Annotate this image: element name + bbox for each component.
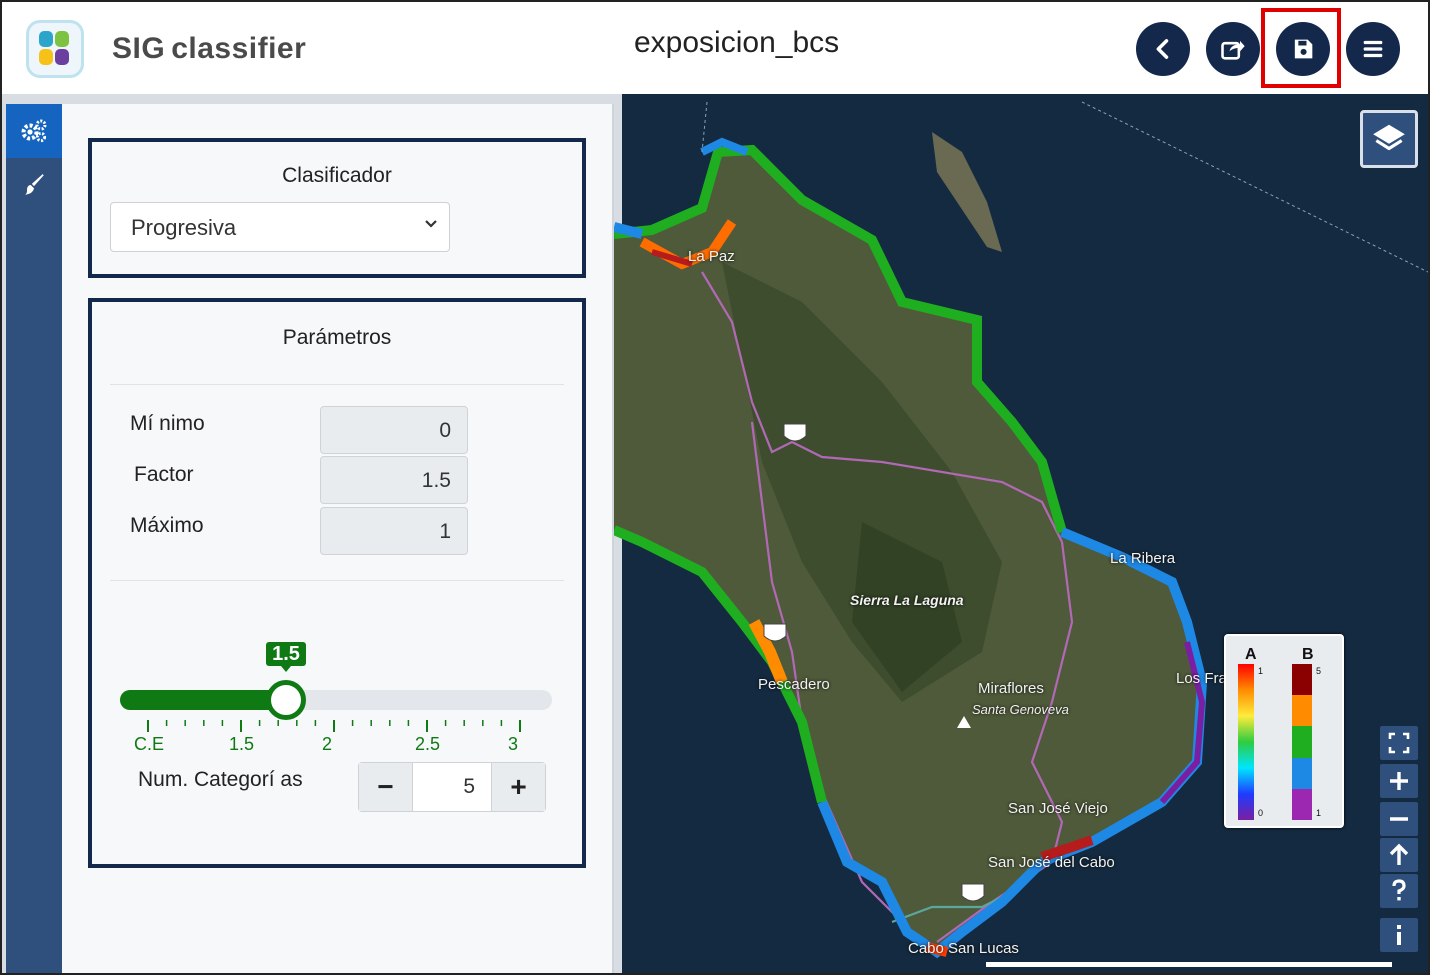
map-scale-bar bbox=[986, 962, 1392, 967]
gears-icon bbox=[21, 119, 47, 143]
map-label-santa-genoveva: Santa Genoveva bbox=[972, 702, 1069, 717]
slider-ticks bbox=[147, 720, 521, 732]
legend-a-top: 1 bbox=[1258, 666, 1264, 676]
header-bar: SIG classifier exposicion_bcs bbox=[2, 2, 1428, 94]
fullscreen-icon bbox=[1388, 732, 1410, 754]
app-brand: SIG classifier bbox=[112, 32, 306, 66]
legend-b-top: 5 bbox=[1316, 666, 1322, 676]
slider-tick-label: C.E bbox=[134, 734, 165, 754]
zoom-in-button[interactable] bbox=[1380, 764, 1418, 798]
info-icon bbox=[1397, 925, 1401, 945]
map-label-cabo-san-lucas: Cabo San Lucas bbox=[908, 940, 1019, 957]
decrement-button[interactable]: − bbox=[359, 763, 413, 811]
app-window: SIG classifier exposicion_bcs La Paz Sie… bbox=[0, 0, 1430, 975]
map-legend: A B 1 0 5 1 bbox=[1224, 634, 1344, 828]
slider-tick-label: 2.5 bbox=[415, 734, 441, 754]
fullscreen-button[interactable] bbox=[1380, 726, 1418, 760]
legend-classes-b bbox=[1292, 664, 1312, 821]
info-button[interactable] bbox=[1380, 918, 1418, 952]
save-button-highlight bbox=[1261, 8, 1341, 88]
layers-icon bbox=[1373, 124, 1405, 151]
zoom-out-button[interactable] bbox=[1380, 802, 1418, 836]
legend-col-a: A bbox=[1245, 646, 1257, 663]
parameters-box: Parámetros Mí nimo 0 Factor 1.5 Máximo 1… bbox=[88, 298, 586, 868]
menu-button[interactable] bbox=[1346, 22, 1400, 76]
back-button[interactable] bbox=[1136, 22, 1190, 76]
slider-tick-label: 1.5 bbox=[229, 734, 255, 754]
slider-tick-label: 3 bbox=[508, 734, 519, 754]
north-arrow-icon bbox=[1389, 843, 1409, 865]
north-button[interactable] bbox=[1380, 838, 1418, 872]
chevron-left-icon bbox=[1156, 39, 1169, 59]
document-title: exposicion_bcs bbox=[634, 26, 840, 59]
classifier-panel: Clasificador Progresiva Parámetros Mí ni… bbox=[62, 104, 614, 973]
increment-button[interactable]: + bbox=[491, 763, 545, 811]
tab-settings[interactable] bbox=[6, 104, 62, 158]
map-label-pescadero: Pescadero bbox=[758, 676, 830, 693]
num-categorias-input[interactable]: 5 bbox=[413, 763, 491, 811]
map-label-san-jose-del-cabo: San José del Cabo bbox=[988, 854, 1115, 871]
hamburger-menu-icon bbox=[1363, 40, 1383, 58]
tab-style[interactable] bbox=[6, 158, 62, 212]
brand-sig: SIG bbox=[112, 32, 166, 65]
map-label-la-paz: La Paz bbox=[688, 248, 735, 265]
zoom-in-icon bbox=[1390, 772, 1408, 790]
legend-col-b: B bbox=[1302, 646, 1314, 663]
legend-b-bottom: 1 bbox=[1316, 808, 1322, 818]
layer-switcher-button[interactable] bbox=[1360, 110, 1418, 168]
brand-classifier: classifier bbox=[171, 32, 307, 65]
app-logo-icon bbox=[26, 20, 84, 78]
legend-a-bottom: 0 bbox=[1258, 808, 1264, 818]
num-categorias-stepper: − 5 + bbox=[358, 762, 546, 812]
zoom-out-icon bbox=[1390, 817, 1408, 821]
paintbrush-icon bbox=[25, 174, 44, 195]
share-export-icon bbox=[1221, 40, 1245, 60]
map-label-san-jose-viejo: San José Viejo bbox=[1008, 800, 1108, 817]
map-label-miraflores: Miraflores bbox=[978, 680, 1044, 697]
legend-gradient-a bbox=[1238, 664, 1254, 820]
help-icon bbox=[1392, 879, 1406, 901]
slider-tick-label: 2 bbox=[322, 734, 333, 754]
share-button[interactable] bbox=[1206, 22, 1260, 76]
map-label-sierra: Sierra La Laguna bbox=[850, 592, 964, 608]
legend-class-3 bbox=[1292, 726, 1312, 758]
side-tab-bar bbox=[6, 104, 62, 973]
legend-class-4 bbox=[1292, 695, 1312, 727]
legend-class-5 bbox=[1292, 664, 1312, 696]
map-label-la-ribera: La Ribera bbox=[1110, 550, 1176, 567]
legend-class-1 bbox=[1292, 788, 1312, 821]
num-categorias-label: Num. Categorí as bbox=[138, 768, 303, 791]
help-button[interactable] bbox=[1380, 874, 1418, 908]
legend-class-2 bbox=[1292, 757, 1312, 789]
